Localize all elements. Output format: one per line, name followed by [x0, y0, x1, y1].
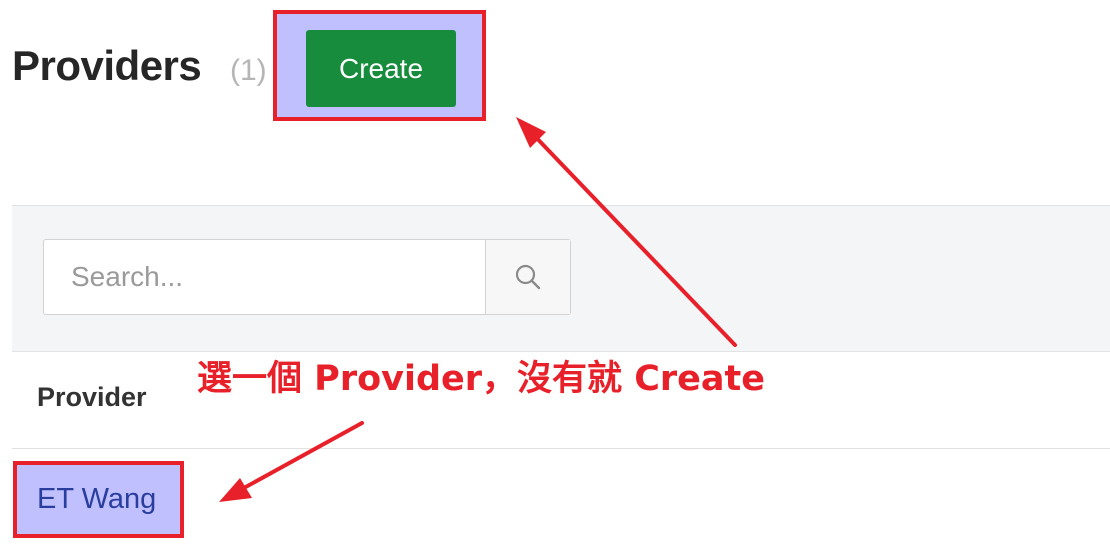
create-button[interactable]: Create [306, 30, 456, 107]
provider-count: (1) [230, 54, 267, 87]
header-divider [12, 448, 1110, 449]
provider-link[interactable]: ET Wang [37, 483, 156, 516]
annotation-text: 選一個 Provider，沒有就 Create [197, 359, 765, 399]
search-box [43, 239, 571, 315]
search-button[interactable] [485, 240, 570, 314]
arrow-to-provider [231, 421, 364, 496]
page-title: Providers [12, 42, 202, 89]
column-header-provider: Provider [37, 382, 147, 412]
arrow-to-provider-head [219, 478, 252, 502]
search-icon [515, 264, 541, 290]
arrow-to-create-head [516, 117, 546, 148]
search-input[interactable] [44, 240, 485, 314]
